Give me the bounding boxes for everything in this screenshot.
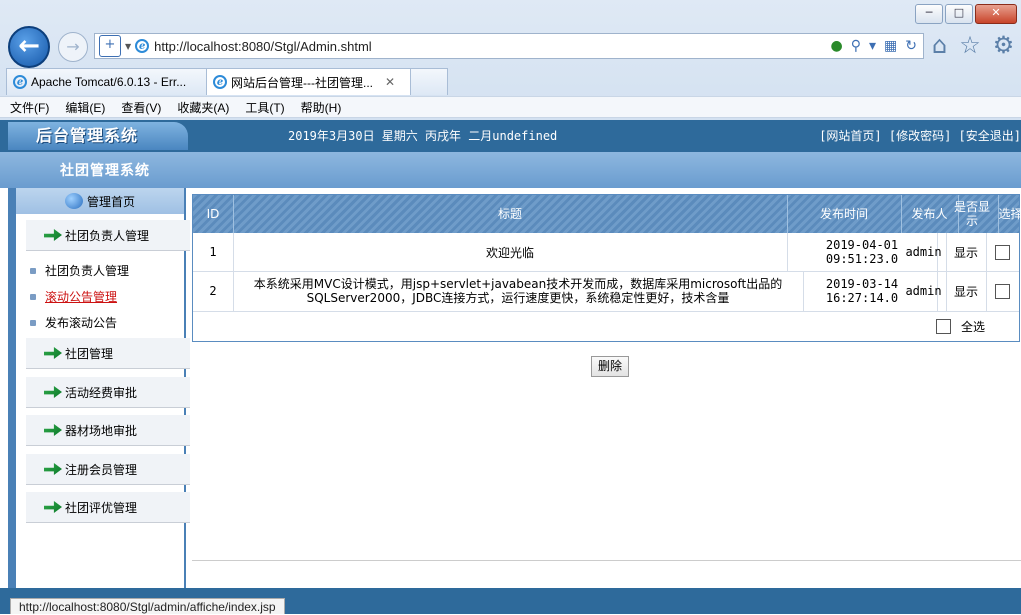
arrow-icon bbox=[44, 347, 62, 359]
tab-admin[interactable]: e 网站后台管理---社团管理... ✕ bbox=[206, 68, 422, 95]
table-cell-id: 1 bbox=[193, 233, 234, 272]
status-url: http://localhost:8080/Stgl/admin/affiche… bbox=[10, 598, 285, 614]
sub-label: 发布滚动公告 bbox=[45, 316, 118, 330]
select-all: 全选 bbox=[936, 318, 985, 335]
delete-button[interactable]: 删除 bbox=[591, 356, 629, 377]
arrow-right-icon: → bbox=[66, 37, 80, 56]
compat-view-icon[interactable]: ▦ bbox=[884, 38, 897, 54]
globe-icon bbox=[64, 193, 83, 209]
sub-label: 滚动公告管理 bbox=[45, 290, 118, 304]
logo: 后台管理系统 bbox=[8, 122, 188, 150]
cat-label: 器材场地审批 bbox=[65, 423, 138, 438]
menu-file[interactable]: 文件(F) bbox=[10, 99, 49, 116]
system-bar bbox=[0, 152, 1021, 188]
table-cell-show: 显示 bbox=[946, 271, 987, 312]
sidebar-cat-equipment[interactable]: 器材场地审批 bbox=[26, 415, 190, 446]
favorites-star-icon[interactable]: ☆ bbox=[959, 31, 981, 59]
window-controls: ─ □ ✕ bbox=[915, 4, 1017, 24]
table-cell-title: 欢迎光临 bbox=[233, 233, 788, 272]
settings-gear-icon[interactable]: ⚙ bbox=[993, 31, 1015, 59]
row-checkbox[interactable] bbox=[995, 283, 1010, 299]
bullet-icon bbox=[30, 293, 36, 300]
col-id: ID bbox=[193, 195, 234, 233]
row-checkbox[interactable] bbox=[995, 244, 1010, 260]
menu-edit[interactable]: 编辑(E) bbox=[65, 99, 105, 116]
arrow-icon bbox=[44, 229, 62, 241]
menu-bar: 文件(F) 编辑(E) 查看(V) 收藏夹(A) 工具(T) 帮助(H) bbox=[0, 96, 1021, 118]
ie-page-icon: e bbox=[213, 75, 227, 89]
sidebar-home[interactable]: 管理首页 bbox=[16, 188, 184, 214]
ie-page-icon: e bbox=[135, 39, 150, 53]
bullet-icon bbox=[30, 267, 36, 274]
arrow-icon bbox=[44, 386, 62, 398]
cat-label: 社团负责人管理 bbox=[65, 228, 150, 243]
forward-button[interactable]: → bbox=[58, 32, 88, 62]
cat-label: 社团评优管理 bbox=[65, 500, 138, 515]
menu-view[interactable]: 查看(V) bbox=[121, 99, 161, 116]
arrow-icon bbox=[44, 424, 62, 436]
table-cell-author: admin bbox=[901, 233, 947, 272]
sidebar-home-label: 管理首页 bbox=[86, 194, 135, 209]
ie-page-icon: e bbox=[13, 75, 27, 89]
select-all-checkbox[interactable] bbox=[936, 319, 951, 334]
new-tab-button[interactable] bbox=[410, 68, 448, 95]
sidebar-cat-leader[interactable]: 社团负责人管理 bbox=[26, 220, 190, 251]
sidebar-item-notice-manage[interactable]: 滚动公告管理 bbox=[30, 288, 117, 305]
select-all-label: 全选 bbox=[961, 320, 986, 334]
header-links[interactable]: [网站首页] [修改密码] [安全退出] bbox=[819, 127, 1021, 144]
date-text: 2019年3月30日 星期六 丙戌年 二月undefined bbox=[288, 129, 558, 143]
table-cell-author: admin bbox=[901, 271, 947, 312]
compatibility-icon[interactable]: + bbox=[99, 35, 121, 57]
table-cell-title: 本系统采用MVC设计模式，用jsp+servlet+javabean技术开发而成… bbox=[233, 271, 804, 312]
sub-label: 社团负责人管理 bbox=[45, 264, 130, 278]
table-cell-select bbox=[986, 233, 1019, 272]
tab-strip: e Apache Tomcat/6.0.13 - Err... e 网站后台管理… bbox=[0, 66, 1021, 95]
table-cell-show: 显示 bbox=[946, 233, 987, 272]
refresh-icon[interactable]: ↻ bbox=[905, 38, 917, 54]
table-cell-select bbox=[986, 271, 1019, 312]
cat-label: 社团管理 bbox=[65, 346, 114, 361]
back-button[interactable]: ← bbox=[8, 26, 50, 68]
addon-icon[interactable]: ● bbox=[831, 38, 843, 54]
sidebar-cat-funding[interactable]: 活动经费审批 bbox=[26, 377, 190, 408]
cat-label: 注册会员管理 bbox=[65, 462, 138, 477]
sidebar-item-notice-publish[interactable]: 发布滚动公告 bbox=[30, 314, 117, 331]
arrow-icon bbox=[44, 463, 62, 475]
sidebar-cat-evaluation[interactable]: 社团评优管理 bbox=[26, 492, 190, 523]
main-divider bbox=[192, 560, 1021, 561]
maximize-button[interactable]: □ bbox=[945, 4, 973, 24]
close-button[interactable]: ✕ bbox=[975, 4, 1017, 24]
system-name: 社团管理系统 bbox=[60, 163, 150, 179]
close-tab-icon[interactable]: ✕ bbox=[385, 75, 395, 89]
menu-favorites[interactable]: 收藏夹(A) bbox=[177, 99, 229, 116]
tab-tomcat[interactable]: e Apache Tomcat/6.0.13 - Err... bbox=[6, 68, 218, 95]
home-icon[interactable]: ⌂ bbox=[932, 31, 947, 59]
dropdown-icon[interactable]: ▾ bbox=[869, 38, 876, 54]
chevron-down-icon[interactable]: ▼ bbox=[125, 42, 131, 51]
col-title: 标题 bbox=[233, 195, 788, 233]
table-cell-id: 2 bbox=[193, 271, 234, 312]
address-bar[interactable]: + ▼ e http://localhost:8080/Stgl/Admin.s… bbox=[94, 33, 924, 59]
search-icon[interactable]: ⚲ bbox=[851, 38, 861, 54]
sidebar-cat-members[interactable]: 注册会员管理 bbox=[26, 454, 190, 485]
tab-label: 网站后台管理---社团管理... bbox=[231, 75, 373, 90]
tab-label: Apache Tomcat/6.0.13 - Err... bbox=[31, 75, 187, 89]
col-select: 选择 bbox=[998, 207, 1021, 221]
bullet-icon bbox=[30, 319, 36, 326]
col-time: 发布时间 bbox=[787, 195, 902, 233]
minimize-button[interactable]: ─ bbox=[915, 4, 943, 24]
arrow-left-icon: ← bbox=[18, 31, 40, 61]
nav-icons: ⌂ ☆ ⚙ bbox=[932, 31, 1014, 59]
menu-help[interactable]: 帮助(H) bbox=[301, 99, 342, 116]
url-text[interactable]: http://localhost:8080/Stgl/Admin.shtml bbox=[154, 39, 372, 54]
menu-tools[interactable]: 工具(T) bbox=[245, 99, 284, 116]
sidebar-cat-club[interactable]: 社团管理 bbox=[26, 338, 190, 369]
sidebar-item-leader-manage[interactable]: 社团负责人管理 bbox=[30, 262, 129, 279]
arrow-icon bbox=[44, 501, 62, 513]
cat-label: 活动经费审批 bbox=[65, 385, 138, 400]
